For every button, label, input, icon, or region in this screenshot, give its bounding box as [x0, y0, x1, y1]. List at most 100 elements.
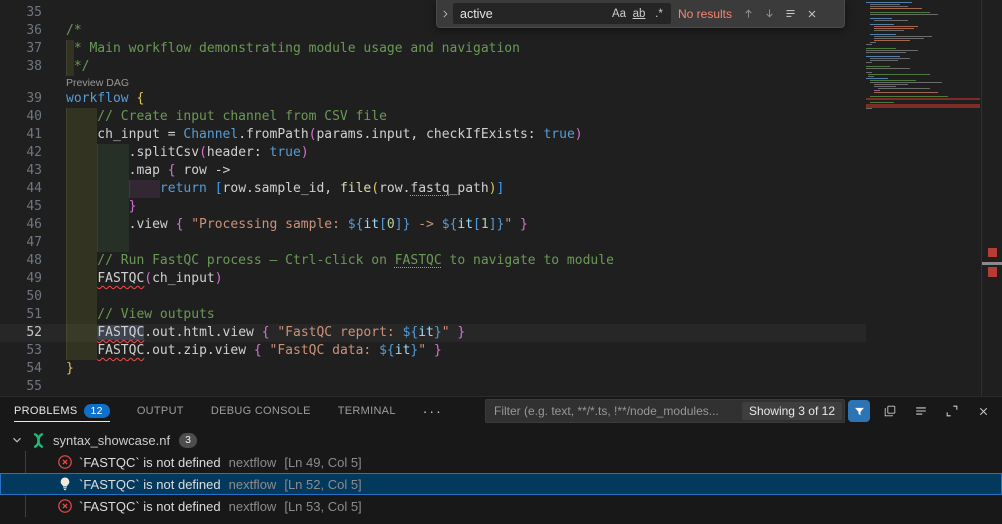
code-text: }	[66, 360, 74, 378]
code-text: // Run FastQC process – Ctrl-click on FA…	[66, 252, 614, 270]
find-previous-button[interactable]	[738, 3, 759, 24]
minimap-line	[866, 42, 980, 43]
problem-row[interactable]: `FASTQC` is not definednextflow[Ln 53, C…	[0, 495, 1002, 517]
code-line-44[interactable]: 44 return [row.sample_id, file(row.fastq…	[0, 180, 866, 198]
code-text: // View outputs	[66, 306, 215, 324]
overview-ruler[interactable]	[982, 0, 1002, 396]
code-line-38[interactable]: 38 */	[0, 58, 866, 76]
code-text: FASTQC.out.zip.view { "FastQC data: ${it…	[66, 342, 442, 360]
find-input[interactable]: active Aa ab .*	[453, 3, 671, 24]
find-in-selection-button[interactable]	[780, 3, 801, 24]
code-text: FASTQC(ch_input)	[66, 270, 223, 288]
whole-word-icon[interactable]: ab	[629, 8, 649, 20]
arrow-up-icon	[742, 7, 755, 20]
problem-row[interactable]: `FASTQC` is not definednextflow[Ln 49, C…	[0, 451, 1002, 473]
minimap-line	[866, 96, 980, 97]
match-case-icon[interactable]: Aa	[609, 8, 629, 20]
code-line-42[interactable]: 42 .splitCsv(header: true)	[0, 144, 866, 162]
collapse-all-button[interactable]	[910, 400, 932, 422]
find-next-button[interactable]	[759, 3, 780, 24]
tree-chevron[interactable]	[10, 433, 26, 447]
arrow-down-icon	[763, 7, 776, 20]
line-number: 35	[0, 4, 42, 22]
codelens-preview-dag[interactable]: Preview DAG	[0, 76, 866, 90]
indent-tint	[97, 234, 128, 252]
ruler-error-mark	[988, 248, 997, 257]
minimap[interactable]	[866, 0, 980, 396]
code-line-47[interactable]: 47	[0, 234, 866, 252]
line-number: 44	[0, 180, 42, 198]
code-text: .splitCsv(header: true)	[66, 144, 309, 162]
minimap-line	[866, 18, 980, 19]
ruler-error-mark	[988, 267, 997, 277]
problems-file-row[interactable]: syntax_showcase.nf3	[0, 429, 1002, 451]
minimap-line	[866, 82, 980, 83]
problem-message: `FASTQC` is not defined	[79, 499, 221, 514]
problem-location: [Ln 52, Col 5]	[284, 477, 361, 492]
minimap-line	[866, 26, 980, 27]
code-line-50[interactable]: 50	[0, 288, 866, 306]
code-line-48[interactable]: 48 // Run FastQC process – Ctrl-click on…	[0, 252, 866, 270]
code-line-54[interactable]: 54}	[0, 360, 866, 378]
minimap-line	[866, 48, 980, 49]
maximize-panel-button[interactable]	[941, 400, 963, 422]
problems-filter-input[interactable]: Filter (e.g. text, **/*.ts, !**/node_mod…	[485, 399, 845, 423]
filter-funnel-button[interactable]	[848, 400, 870, 422]
panel-tab-debug-console[interactable]: DEBUG CONSOLE	[211, 397, 311, 425]
minimap-line	[866, 24, 980, 25]
minimap-line	[866, 84, 980, 85]
showing-count-badge: Showing 3 of 12	[742, 402, 842, 420]
panel-header: PROBLEMS12 OUTPUT DEBUG CONSOLE TERMINAL ··…	[0, 397, 1002, 425]
file-problem-count-badge: 3	[179, 433, 197, 448]
line-number: 47	[0, 234, 42, 252]
minimap-line	[866, 74, 980, 75]
error-icon	[57, 454, 73, 470]
editor-pane[interactable]: 3536/*37 * Main workflow demonstrating m…	[0, 0, 1002, 396]
panel-tab-terminal[interactable]: TERMINAL	[338, 397, 396, 425]
code-line-45[interactable]: 45 }	[0, 198, 866, 216]
minimap-line	[866, 88, 980, 89]
panel-tab-output[interactable]: OUTPUT	[137, 397, 184, 425]
code-line-49[interactable]: 49 FASTQC(ch_input)	[0, 270, 866, 288]
minimap-line	[866, 10, 980, 11]
indent-tint	[66, 234, 97, 252]
code-text: ch_input = Channel.fromPath(params.input…	[66, 126, 583, 144]
code-line-37[interactable]: 37 * Main workflow demonstrating module …	[0, 40, 866, 58]
line-number: 50	[0, 288, 42, 306]
minimap-line	[866, 4, 980, 5]
code-line-40[interactable]: 40 // Create input channel from CSV file	[0, 108, 866, 126]
find-close-button[interactable]	[801, 3, 822, 24]
code-line-51[interactable]: 51 // View outputs	[0, 306, 866, 324]
code-line-46[interactable]: 46 .view { "Processing sample: ${it[0]} …	[0, 216, 866, 234]
problem-message: `FASTQC` is not defined	[79, 477, 221, 492]
find-query-text: active	[460, 7, 609, 21]
minimap-line	[866, 80, 980, 81]
line-number: 49	[0, 270, 42, 288]
code-area[interactable]: 3536/*37 * Main workflow demonstrating m…	[0, 4, 866, 396]
code-line-52[interactable]: 52 FASTQC.out.html.view { "FastQC report…	[0, 324, 866, 342]
code-text: * Main workflow demonstrating module usa…	[66, 40, 520, 58]
code-line-41[interactable]: 41 ch_input = Channel.fromPath(params.in…	[0, 126, 866, 144]
code-line-39[interactable]: 39workflow {	[0, 90, 866, 108]
line-number: 45	[0, 198, 42, 216]
close-panel-button[interactable]	[972, 400, 994, 422]
minimap-line	[866, 28, 980, 29]
find-expand-toggle[interactable]	[437, 0, 453, 27]
code-line-43[interactable]: 43 .map { row ->	[0, 162, 866, 180]
error-icon	[57, 498, 73, 514]
minimap-line	[866, 20, 980, 21]
panel-more-actions[interactable]: ···	[423, 403, 443, 419]
regex-icon[interactable]: .*	[649, 8, 669, 20]
minimap-line	[866, 92, 980, 93]
panel-tab-problems[interactable]: PROBLEMS12	[14, 397, 110, 425]
view-as-table-button[interactable]	[879, 400, 901, 422]
code-line-55[interactable]: 55	[0, 378, 866, 396]
problem-row[interactable]: `FASTQC` is not definednextflow[Ln 52, C…	[0, 473, 1002, 495]
minimap-line	[866, 40, 980, 41]
find-widget: active Aa ab .* No results	[436, 0, 845, 28]
vscode-window: 3536/*37 * Main workflow demonstrating m…	[0, 0, 1002, 524]
indent-tint	[66, 288, 97, 306]
minimap-line	[866, 14, 980, 15]
code-line-53[interactable]: 53 FASTQC.out.zip.view { "FastQC data: $…	[0, 342, 866, 360]
code-text: FASTQC.out.html.view { "FastQC report: $…	[66, 324, 465, 342]
